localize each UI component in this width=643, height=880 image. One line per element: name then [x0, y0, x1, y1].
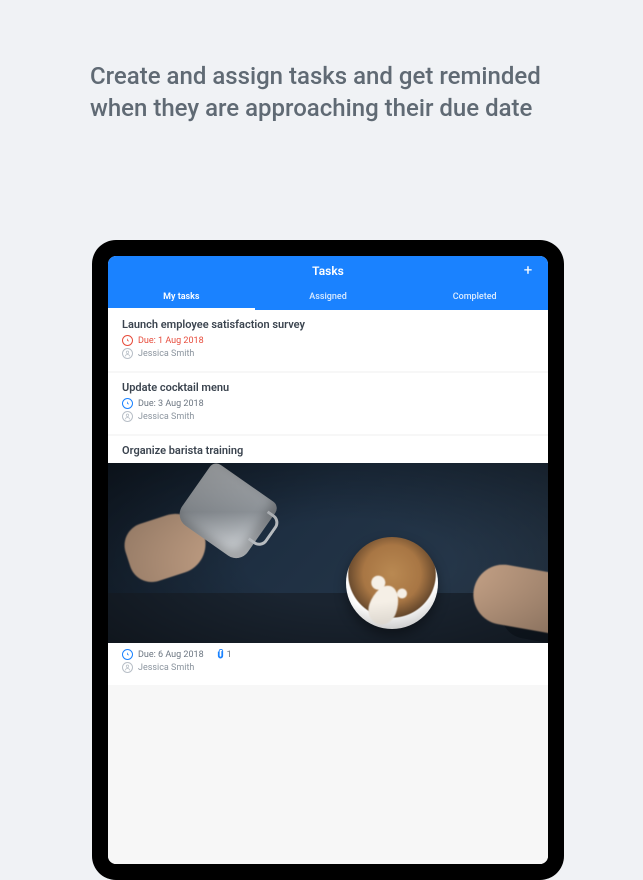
attachment-indicator: 1	[217, 649, 232, 660]
task-due-label: Due: 3 Aug 2018	[138, 399, 204, 409]
tab-bar: My tasks Assigned Completed	[108, 286, 548, 310]
task-due-row: Due: 3 Aug 2018	[122, 398, 534, 409]
clock-icon	[122, 398, 133, 409]
tab-assigned[interactable]: Assigned	[255, 286, 402, 310]
task-attachment-image[interactable]	[108, 463, 548, 643]
attachment-count: 1	[227, 650, 232, 660]
task-assignee-label: Jessica Smith	[138, 349, 194, 359]
task-card[interactable]: Launch employee satisfaction survey Due:…	[108, 310, 548, 371]
task-assignee-label: Jessica Smith	[138, 412, 194, 422]
task-due-label: Due: 6 Aug 2018	[138, 650, 204, 660]
task-card[interactable]: Update cocktail menu Due: 3 Aug 2018 Jes…	[108, 373, 548, 434]
clock-icon	[122, 649, 133, 660]
app-screen: Tasks + My tasks Assigned Completed Laun…	[108, 256, 548, 864]
tablet-frame: Tasks + My tasks Assigned Completed Laun…	[92, 240, 564, 880]
paperclip-icon	[217, 649, 224, 660]
app-header: Tasks + My tasks Assigned Completed	[108, 256, 548, 310]
task-due-row: Due: 1 Aug 2018	[122, 335, 534, 346]
task-assignee-row: Jessica Smith	[122, 411, 534, 422]
task-title: Launch employee satisfaction survey	[122, 318, 534, 331]
add-task-button[interactable]: +	[520, 262, 536, 278]
task-title: Update cocktail menu	[122, 381, 534, 394]
clock-icon	[122, 335, 133, 346]
task-card[interactable]: Organize barista training Due: 6 Aug 201…	[108, 436, 548, 685]
task-list[interactable]: Launch employee satisfaction survey Due:…	[108, 310, 548, 864]
tab-my-tasks[interactable]: My tasks	[108, 286, 255, 310]
task-assignee-label: Jessica Smith	[138, 663, 194, 673]
page-title: Tasks	[312, 264, 344, 278]
tab-completed[interactable]: Completed	[401, 286, 548, 310]
user-icon	[122, 411, 133, 422]
marketing-headline: Create and assign tasks and get reminded…	[0, 0, 643, 125]
task-due-label: Due: 1 Aug 2018	[138, 336, 204, 346]
task-assignee-row: Jessica Smith	[122, 662, 534, 673]
plus-icon: +	[524, 261, 533, 279]
header-bar: Tasks +	[108, 256, 548, 286]
user-icon	[122, 662, 133, 673]
task-due-row: Due: 6 Aug 2018 1	[122, 649, 534, 660]
user-icon	[122, 348, 133, 359]
task-assignee-row: Jessica Smith	[122, 348, 534, 359]
task-title: Organize barista training	[122, 444, 534, 457]
